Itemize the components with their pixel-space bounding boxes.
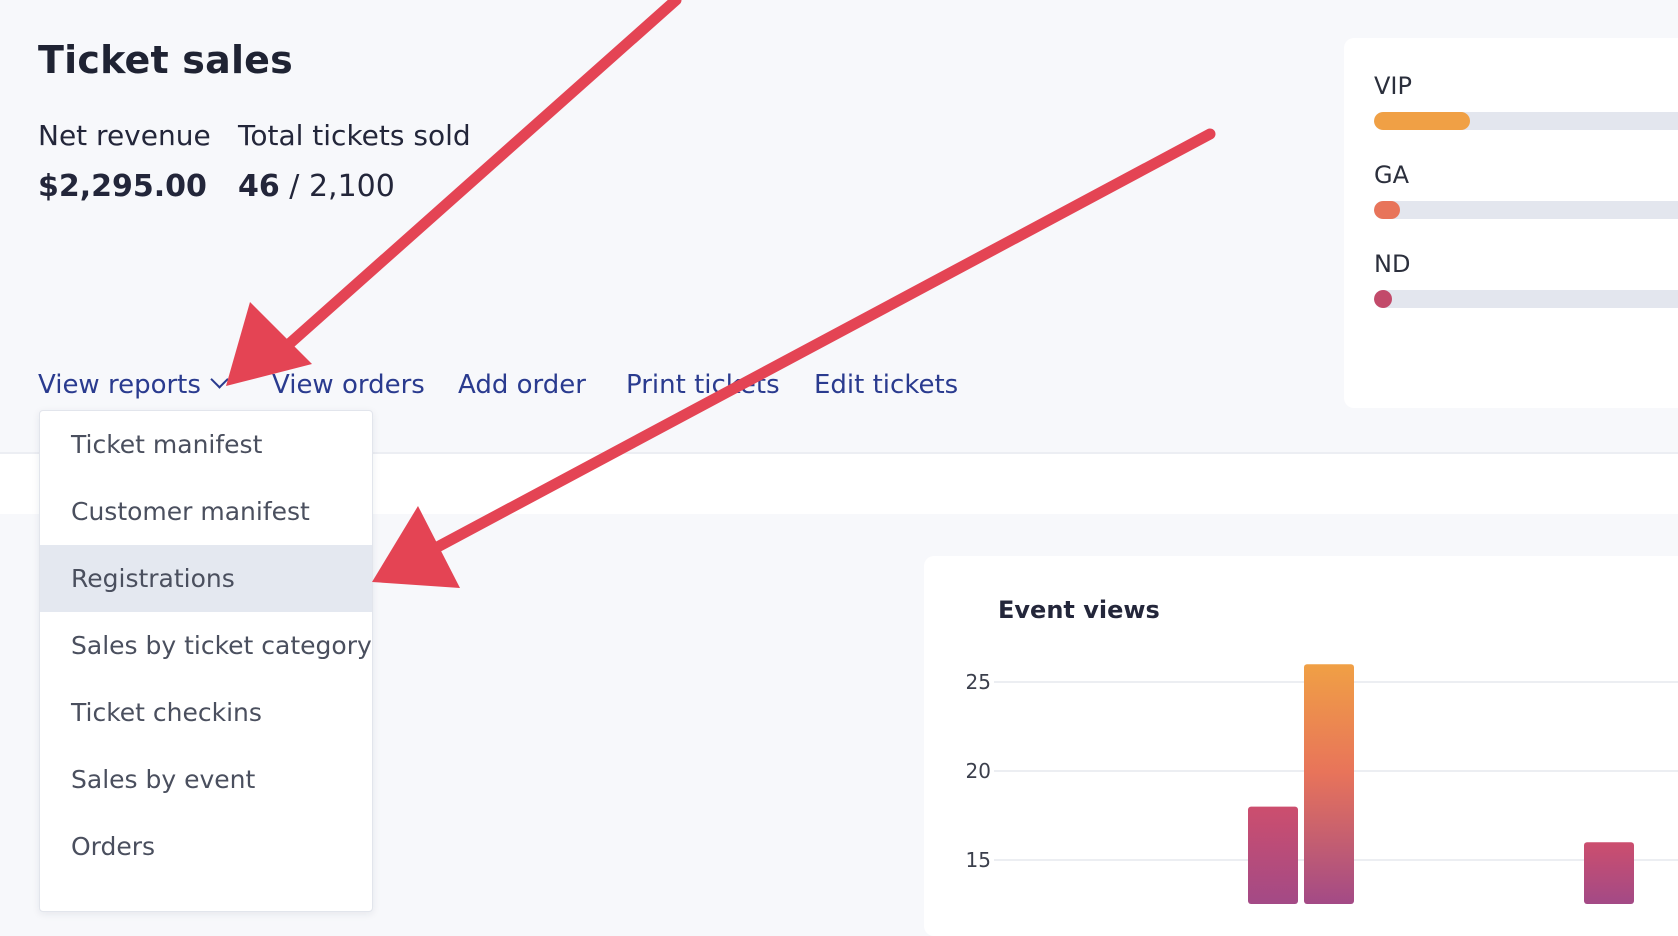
category-label: GA xyxy=(1374,161,1410,189)
category-progress-fill xyxy=(1374,112,1470,130)
menu-item-orders[interactable]: Orders xyxy=(40,813,372,880)
menu-item-sales-by-event[interactable]: Sales by event xyxy=(40,746,372,813)
category-progress-track xyxy=(1374,112,1678,130)
chart-title: Event views xyxy=(998,596,1160,624)
net-revenue-value: $2,295.00 xyxy=(38,169,207,204)
chart-bar[interactable] xyxy=(1248,806,1298,904)
reports-dropdown-menu: Ticket manifest Customer manifest Regist… xyxy=(39,410,373,912)
menu-item-registrations[interactable]: Registrations xyxy=(40,545,372,612)
menu-item-ticket-checkins[interactable]: Ticket checkins xyxy=(40,679,372,746)
category-progress-track xyxy=(1374,290,1678,308)
category-label: ND xyxy=(1374,250,1411,278)
tickets-sold-label: Total tickets sold xyxy=(238,119,471,152)
ticket-category-card: VIP GA ND xyxy=(1344,38,1678,408)
view-reports-dropdown[interactable]: View reports xyxy=(38,370,229,398)
tickets-sold-stat: Total tickets sold 46 / 2,100 xyxy=(238,122,471,202)
category-nd: ND xyxy=(1374,250,1678,308)
y-tick-label: 25 xyxy=(966,670,991,694)
menu-item-ticket-manifest[interactable]: Ticket manifest xyxy=(40,411,372,478)
category-progress-fill xyxy=(1374,290,1393,308)
tickets-sold-value: 46 / 2,100 xyxy=(238,172,471,202)
chart-bar[interactable] xyxy=(1584,842,1634,904)
net-revenue-label: Net revenue xyxy=(38,119,211,152)
chart-bar[interactable] xyxy=(1304,664,1354,904)
edit-tickets-link[interactable]: Edit tickets xyxy=(814,372,958,398)
y-tick-label: 15 xyxy=(966,848,991,872)
category-label: VIP xyxy=(1374,72,1412,100)
category-ga: GA xyxy=(1374,161,1678,219)
net-revenue-stat: Net revenue $2,295.00 xyxy=(38,122,211,202)
page-title: Ticket sales xyxy=(38,38,293,82)
tickets-sold-count: 46 xyxy=(238,169,280,204)
menu-item-sales-by-ticket-category[interactable]: Sales by ticket category xyxy=(40,612,372,679)
category-vip: VIP xyxy=(1374,72,1678,130)
chevron-down-icon xyxy=(210,370,229,389)
view-orders-link[interactable]: View orders xyxy=(272,372,425,398)
y-tick-label: 20 xyxy=(966,759,991,783)
event-views-card: 25 20 15 Event views xyxy=(924,556,1678,936)
menu-item-customer-manifest[interactable]: Customer manifest xyxy=(40,478,372,545)
annotation-arrow-head xyxy=(372,506,460,588)
category-progress-track xyxy=(1374,201,1678,219)
category-progress-fill xyxy=(1374,201,1401,219)
print-tickets-link[interactable]: Print tickets xyxy=(626,372,780,398)
tickets-total: / 2,100 xyxy=(289,169,395,204)
add-order-link[interactable]: Add order xyxy=(458,372,586,398)
